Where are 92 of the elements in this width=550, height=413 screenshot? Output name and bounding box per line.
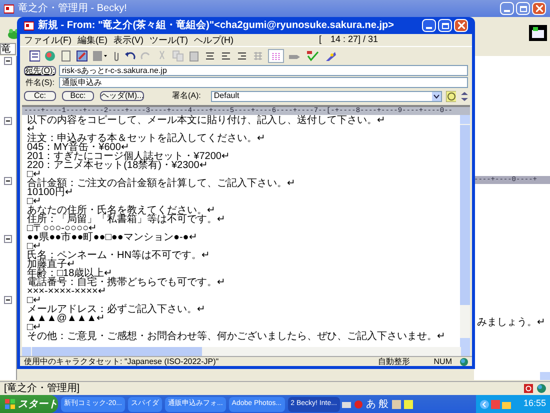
windows-logo-icon [5,399,15,409]
message-body[interactable] [22,115,460,347]
body-line: 注文：申込みする本＆セットを記入してください。↵ [27,134,266,143]
envelope-icon [529,25,547,41]
body-line: □↵ [27,296,42,305]
cursor-position: [ 14 : 27] / 31 [318,33,378,46]
to-button[interactable]: 宛先(O): [24,66,56,76]
body-line: 電話番号：自宅・携帯どちらでも可です。↵ [27,278,226,287]
help-icon[interactable] [404,400,413,408]
body-line: 201：すぎたにコージ個人誌セット・¥7200↵ [27,152,230,161]
minimize-button[interactable] [422,19,436,32]
menu-item[interactable]: 編集(E) [78,34,108,46]
body-line: ↵ [27,125,35,134]
window-title: 新規 - From: "竜之介(茶々組・竜組会)"<cha2gumi@ryunosuke.sakura.ne.jp> [38,18,394,33]
rocket-icon[interactable] [324,50,338,62]
undo-icon[interactable] [124,50,136,62]
body-line: 220：アニメ本セット(18禁有)・¥2300↵ [27,161,208,170]
keyboard-icon[interactable] [342,400,351,408]
header-button[interactable]: ヘッダ(M)... [100,91,144,101]
menu-item[interactable]: ファイル(F) [24,34,72,46]
chevron-icon[interactable] [480,400,489,408]
ruler-toggle-icon[interactable] [268,48,284,62]
notepad-icon[interactable] [76,50,88,62]
smiley-icon[interactable] [446,90,456,102]
spellcheck-icon[interactable] [306,50,320,62]
header-button[interactable]: Cc: [24,91,56,101]
tray-icon[interactable] [392,400,401,408]
menu-item[interactable]: 表示(V) [114,34,144,46]
body-line: あなたの住所・氏名を教えてください。↵ [27,206,216,215]
body-line: メールアドレス：必ずご記入下さい。↵ [27,305,206,314]
body-line: ▲▲▲@▲▲▲↵ [27,314,106,323]
subject-label: 件名(S): [24,78,56,86]
message-text: みましょう。↵ [477,317,545,329]
header-button[interactable]: Bcc: [62,91,94,101]
maximize-button[interactable] [438,19,452,32]
maximize-button[interactable] [516,2,530,15]
document-icon[interactable] [60,50,72,62]
expand-icon[interactable] [4,117,12,125]
to-field[interactable]: risk-sあっとr-c-s.sakura.ne.jp [59,65,468,76]
num-lock-status: NUM [434,356,452,368]
q-icon [524,384,533,392]
body-line: □↵ [27,197,42,206]
window-title: 竜之介・管理用 - Becky! [18,2,127,16]
expand-icon[interactable] [4,296,12,304]
subject-field[interactable]: 通販申込み [59,77,468,88]
menu-item[interactable]: ツール(T) [150,34,188,46]
body-line: □↵ [27,242,42,251]
minimize-button[interactable] [500,2,514,15]
start-button[interactable]: スタート [0,395,58,413]
status-text: [竜之介・管理用] [3,382,80,396]
expand-icon[interactable] [4,57,12,65]
body-line: 10100円↵ [27,188,74,197]
body-line: □↵ [27,323,42,332]
body-line: 加藤直子↵ [27,260,75,269]
close-icon [536,5,542,12]
body-line: その他：ご意見・ご感想・お問合わせ等、何かございましたら、ぜひ、ご記入下さいませ。↵ [27,332,446,341]
menu-item[interactable]: ヘルプ(H) [194,34,234,46]
close-button[interactable] [454,19,468,32]
horizontal-scrollbar[interactable] [22,347,470,356]
app-icon [24,20,34,30]
ime-indicator[interactable]: あ 般 [366,396,389,412]
globe-icon[interactable] [44,50,56,62]
align-right-icon[interactable] [236,50,248,62]
paste-icon[interactable] [188,50,200,62]
close-icon [458,22,464,29]
close-button[interactable] [532,2,546,15]
body-line: ×××-××××-××××↵ [27,287,107,296]
body-line: 045：MY音缶・¥600↵ [27,143,129,152]
clock: 16:55 [523,397,546,410]
list-icon[interactable] [28,50,40,62]
body-line: □〒○○○-○○○○↵ [27,224,98,233]
globe-icon [460,358,468,366]
align-left-icon[interactable] [220,50,232,62]
dropdown-arrow-icon [432,92,441,100]
expand-icon[interactable] [4,177,12,185]
body-line: 合計金額：ご注文の合計金額を計算して、ご記入下さい。↵ [27,179,296,188]
body-line: 年齢：□18歳以上↵ [27,269,112,278]
signature-dropdown[interactable]: Default [210,90,442,102]
body-line: 氏名：ペンネーム・HN等は不可です。↵ [27,251,210,260]
format-status: 自動整形 [378,356,410,368]
paperclip-icon[interactable] [112,50,120,62]
expand-icon[interactable] [4,235,12,243]
signature-label: 署名(A): [172,90,201,102]
align-center-icon[interactable] [204,50,216,62]
spin-arrows-icon[interactable] [460,90,468,102]
body-line: ●●県●●市●●町●●□●●マンション●-●↵ [27,233,198,242]
body-line: 住所：「局留」「私書箱」等は不可です。↵ [27,215,226,224]
app-icon [4,4,14,14]
body-line: □↵ [27,170,42,179]
vertical-scrollbar[interactable] [460,115,470,347]
globe-icon [537,384,546,392]
charset-status: 使用中のキャラクタセット: "Japanese (ISO-2022-JP)" [24,356,219,368]
